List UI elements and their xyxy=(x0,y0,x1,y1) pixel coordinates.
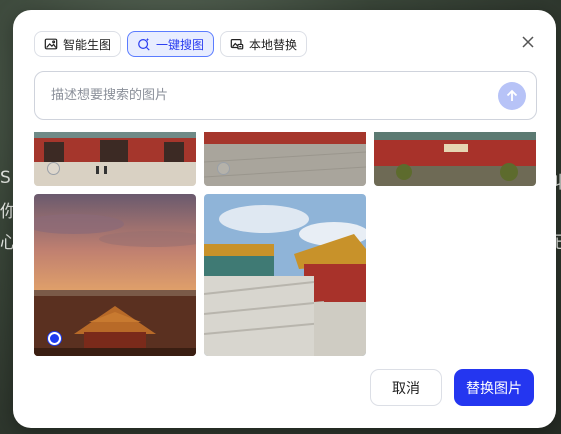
tab-label: 本地替换 xyxy=(249,37,298,52)
tab-label: 一键搜图 xyxy=(156,37,205,52)
search-bar xyxy=(34,71,537,120)
tab-ai-generate[interactable]: 智能生图 xyxy=(34,31,122,57)
image-search-dialog: 智能生图 一键搜图 本地替换 描述想要搜索的图片 取消 替换图片 xyxy=(13,10,556,428)
arrow-up-icon xyxy=(506,89,518,101)
local-image-icon xyxy=(230,39,244,50)
forbidden-city-terrace-image xyxy=(204,194,366,356)
select-radio[interactable] xyxy=(217,162,230,175)
image-result[interactable] xyxy=(204,132,366,186)
background-text: S xyxy=(0,168,11,188)
forbidden-city-sunset-image xyxy=(34,194,196,356)
image-result[interactable] xyxy=(34,194,196,356)
image-results-grid xyxy=(34,132,539,356)
send-button[interactable] xyxy=(498,81,526,110)
tab-local-replace[interactable]: 本地替换 xyxy=(220,31,308,57)
tab-label: 智能生图 xyxy=(63,37,112,52)
tab-bar: 智能生图 一键搜图 本地替换 xyxy=(34,31,308,57)
cancel-button[interactable]: 取消 xyxy=(370,369,442,406)
select-radio[interactable] xyxy=(47,162,60,175)
forbidden-city-building-image xyxy=(374,132,536,186)
image-result[interactable] xyxy=(204,194,366,356)
image-result[interactable] xyxy=(374,132,536,186)
select-radio-selected[interactable] xyxy=(48,332,61,345)
close-icon[interactable] xyxy=(520,34,536,50)
search-input[interactable] xyxy=(49,87,498,104)
replace-image-button[interactable]: 替换图片 xyxy=(454,369,534,406)
forbidden-city-gate-image xyxy=(34,132,196,186)
tab-one-click-search[interactable]: 一键搜图 xyxy=(127,31,215,57)
sparkle-search-icon xyxy=(138,37,150,51)
image-generate-icon xyxy=(44,38,58,50)
forbidden-city-square-image xyxy=(204,132,366,186)
image-result[interactable] xyxy=(34,132,196,186)
